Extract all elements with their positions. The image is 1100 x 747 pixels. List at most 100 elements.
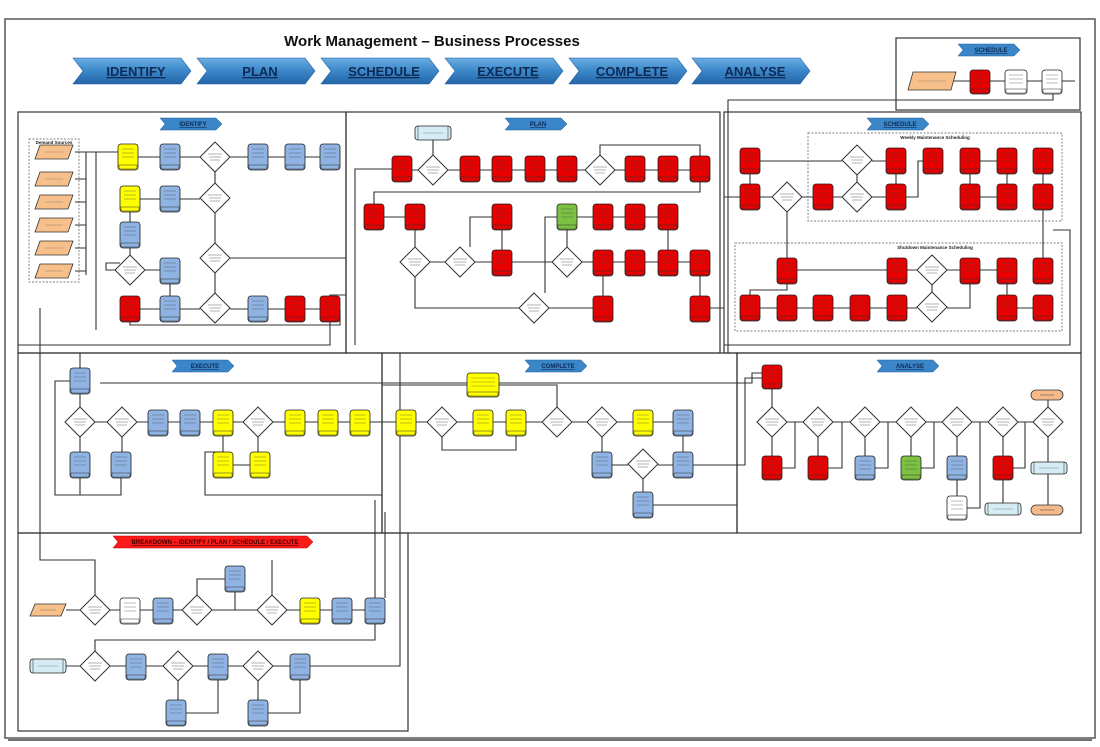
process-step-red-node[interactable]	[996, 147, 1018, 175]
process-step-blue-node[interactable]	[854, 455, 876, 481]
process-step-blue-node[interactable]	[632, 491, 654, 519]
input-parallelogram[interactable]	[34, 194, 74, 210]
process-step-red-node[interactable]	[657, 203, 679, 231]
process-step-blue-node[interactable]	[247, 143, 269, 171]
process-step-red-node[interactable]	[959, 257, 981, 285]
process-step-red-node[interactable]	[689, 249, 711, 277]
process-step-red-node[interactable]	[592, 203, 614, 231]
process-step-light-blue-node[interactable]	[1030, 461, 1068, 475]
process-step-yellow-node[interactable]	[395, 409, 417, 437]
process-step-blue-node[interactable]	[207, 653, 229, 681]
process-step-red-node[interactable]	[996, 257, 1018, 285]
process-step-blue-node[interactable]	[591, 451, 613, 479]
process-step-light-blue-node[interactable]	[414, 125, 452, 141]
process-step-light-blue-node[interactable]	[984, 502, 1022, 516]
process-step-red-node[interactable]	[491, 155, 513, 183]
process-step-blue-node[interactable]	[247, 699, 269, 727]
process-step-red-node[interactable]	[689, 295, 711, 323]
process-step-red-node[interactable]	[739, 183, 761, 211]
process-step-yellow-node[interactable]	[466, 372, 500, 398]
process-step-red-node[interactable]	[459, 155, 481, 183]
process-step-red-node[interactable]	[284, 295, 306, 323]
terminator[interactable]	[1030, 504, 1064, 516]
process-step-red-node[interactable]	[761, 364, 783, 390]
process-step-blue-node[interactable]	[224, 565, 246, 593]
process-step-red-node[interactable]	[812, 183, 834, 211]
input-parallelogram[interactable]	[34, 263, 74, 279]
input-parallelogram[interactable]	[29, 603, 67, 617]
process-step-green-node[interactable]	[556, 203, 578, 231]
process-step-blue-node[interactable]	[284, 143, 306, 171]
process-step-red-node[interactable]	[739, 147, 761, 175]
process-step-red-node[interactable]	[624, 155, 646, 183]
process-step-red-node[interactable]	[119, 295, 141, 323]
process-step-red-node[interactable]	[886, 257, 908, 285]
process-step-yellow-node[interactable]	[212, 451, 234, 479]
process-step-red-node[interactable]	[739, 294, 761, 322]
process-step-light-blue-node[interactable]	[29, 658, 67, 674]
process-step-white[interactable]	[1004, 69, 1028, 95]
process-step-blue-node[interactable]	[159, 185, 181, 213]
process-step-red-node[interactable]	[689, 155, 711, 183]
process-step-yellow-node[interactable]	[117, 143, 139, 171]
process-step-red-node[interactable]	[556, 155, 578, 183]
process-step-yellow-node[interactable]	[505, 409, 527, 437]
process-step-blue-node[interactable]	[331, 597, 353, 625]
process-step-red-node[interactable]	[776, 294, 798, 322]
process-step-blue-node[interactable]	[147, 409, 169, 437]
process-step-red-node[interactable]	[391, 155, 413, 183]
process-step-blue-node[interactable]	[125, 653, 147, 681]
input-parallelogram[interactable]	[907, 71, 957, 91]
process-step-red-node[interactable]	[657, 249, 679, 277]
process-step-yellow-node[interactable]	[299, 597, 321, 625]
process-step-green-node[interactable]	[900, 455, 922, 481]
process-step-blue-node[interactable]	[364, 597, 386, 625]
process-step-red-node[interactable]	[624, 249, 646, 277]
process-step-red-node[interactable]	[885, 147, 907, 175]
process-step-red-node[interactable]	[592, 249, 614, 277]
process-step-red-node[interactable]	[1032, 294, 1054, 322]
process-step-red-node[interactable]	[761, 455, 783, 481]
input-parallelogram[interactable]	[34, 217, 74, 233]
process-step-red-node[interactable]	[996, 294, 1018, 322]
process-step-yellow-node[interactable]	[119, 185, 141, 213]
process-step-white[interactable]	[119, 597, 141, 625]
process-step-red-node[interactable]	[959, 147, 981, 175]
process-step-blue-node[interactable]	[319, 143, 341, 171]
process-step-red-node[interactable]	[959, 183, 981, 211]
process-step-red-node[interactable]	[885, 183, 907, 211]
process-step-yellow-node[interactable]	[349, 409, 371, 437]
process-step-red-node[interactable]	[922, 147, 944, 175]
process-step-blue-node[interactable]	[672, 409, 694, 437]
process-step-blue-node[interactable]	[159, 143, 181, 171]
process-step-red-node[interactable]	[592, 295, 614, 323]
process-step-red-node[interactable]	[807, 455, 829, 481]
process-step-blue-node[interactable]	[159, 295, 181, 323]
process-step-red-node[interactable]	[1032, 183, 1054, 211]
process-step-red-node[interactable]	[849, 294, 871, 322]
process-step-blue-node[interactable]	[69, 367, 91, 395]
process-step-blue-node[interactable]	[289, 653, 311, 681]
input-parallelogram[interactable]	[34, 240, 74, 256]
process-step-blue-node[interactable]	[69, 451, 91, 479]
process-step-blue-node[interactable]	[110, 451, 132, 479]
process-step-blue-node[interactable]	[119, 221, 141, 249]
process-step-red-node[interactable]	[1032, 257, 1054, 285]
process-step-red-node[interactable]	[319, 295, 341, 323]
process-step-red-node[interactable]	[491, 249, 513, 277]
process-step-red-node[interactable]	[524, 155, 546, 183]
process-step-red-node[interactable]	[491, 203, 513, 231]
process-step-red-node[interactable]	[624, 203, 646, 231]
process-step-red-node[interactable]	[1032, 147, 1054, 175]
process-step-yellow-node[interactable]	[632, 409, 654, 437]
process-step-yellow-node[interactable]	[472, 409, 494, 437]
process-step-red-node[interactable]	[812, 294, 834, 322]
process-step-red-node[interactable]	[992, 455, 1014, 481]
process-step-yellow-node[interactable]	[212, 409, 234, 437]
process-step-red-node[interactable]	[657, 155, 679, 183]
process-step-blue-node[interactable]	[946, 455, 968, 481]
process-step-blue-node[interactable]	[152, 597, 174, 625]
process-step-blue-node[interactable]	[672, 451, 694, 479]
process-step-red-node[interactable]	[363, 203, 385, 231]
process-step-red-node[interactable]	[776, 257, 798, 285]
